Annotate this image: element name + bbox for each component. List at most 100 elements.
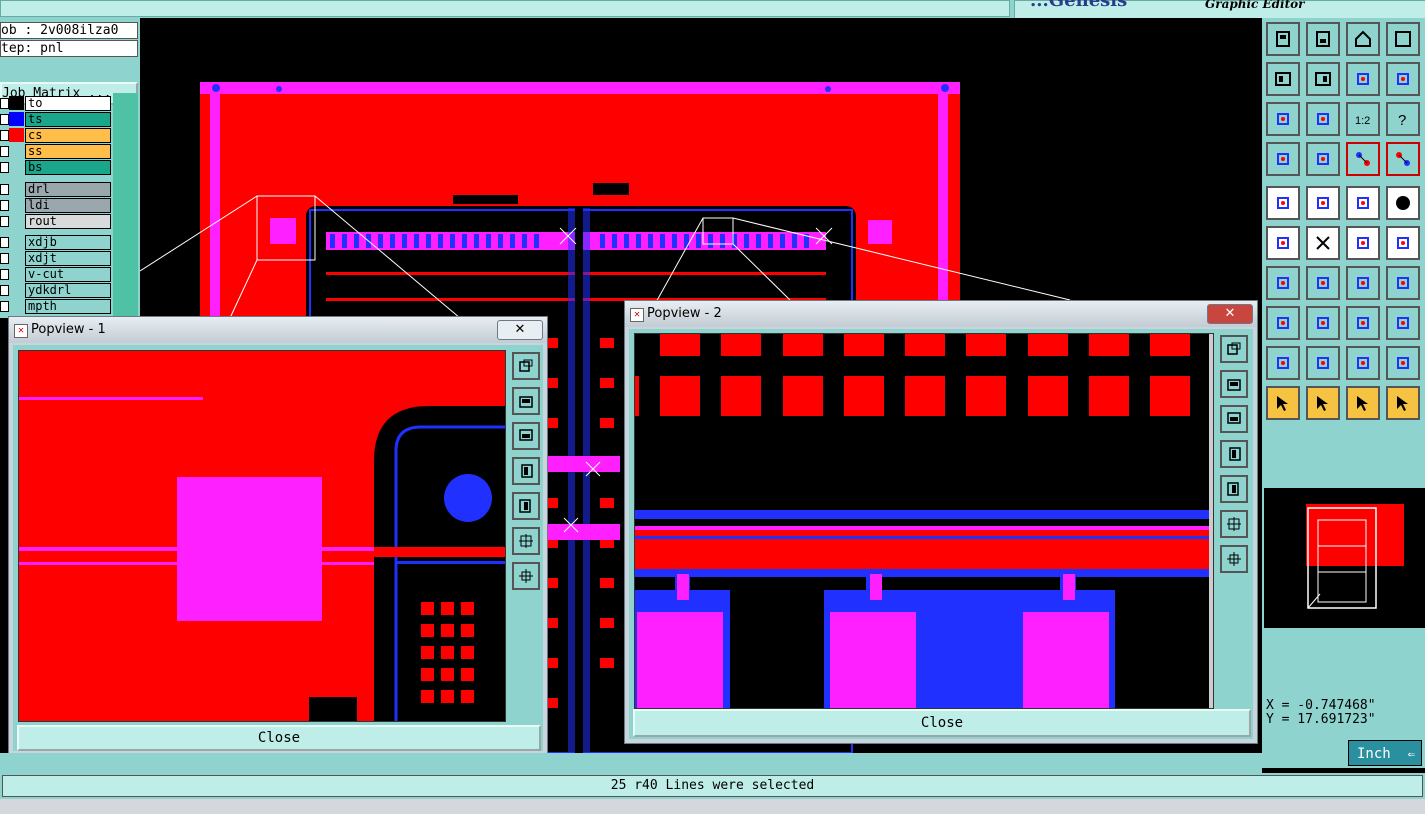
layer-checkbox[interactable] [0, 200, 9, 211]
layer-checkbox[interactable] [0, 216, 9, 227]
layer-name-label[interactable]: xdjb [25, 235, 111, 250]
layer-checkbox[interactable] [0, 146, 9, 157]
layer-checkbox[interactable] [0, 269, 9, 280]
layer-name-label[interactable]: drl [25, 182, 111, 197]
pv2-zoom-fit-icon[interactable] [1220, 510, 1248, 538]
layer-row-v-cut[interactable]: v-cut [0, 267, 111, 282]
snap-red-icon[interactable] [1346, 142, 1380, 176]
pad-select-icon[interactable] [1266, 306, 1300, 340]
home-icon[interactable] [1346, 22, 1380, 56]
layer-name-label[interactable]: xdjt [25, 251, 111, 266]
panel-left-icon[interactable] [1266, 62, 1300, 96]
layer-checkbox[interactable] [0, 285, 9, 296]
layer-color-swatch[interactable] [9, 128, 24, 142]
layer-row-ydkdrl[interactable]: ydkdrl [0, 283, 111, 298]
overview-map[interactable] [1264, 488, 1425, 628]
pv2-panel-bottom-icon[interactable] [1220, 405, 1248, 433]
layer-name-label[interactable]: to [25, 96, 111, 111]
panel-top-icon[interactable] [1266, 22, 1300, 56]
minus-icon[interactable] [1306, 306, 1340, 340]
measure-icon[interactable] [1386, 226, 1420, 260]
layer-color-swatch[interactable] [9, 283, 24, 297]
layer-color-swatch[interactable] [9, 198, 24, 212]
text-a-icon[interactable] [1346, 346, 1380, 380]
panel-bottom-icon[interactable] [1306, 22, 1340, 56]
layer-color-swatch[interactable] [9, 112, 24, 126]
triangle-icon[interactable] [1266, 346, 1300, 380]
draw-line-icon[interactable] [1306, 186, 1340, 220]
layer-name-label[interactable]: ts [25, 112, 111, 127]
help-icon[interactable]: ? [1386, 102, 1420, 136]
popview-2-canvas[interactable] [634, 333, 1214, 709]
layer-checkbox[interactable] [0, 253, 9, 264]
popview-2-close-button[interactable]: Close [633, 709, 1251, 737]
layer-row-ts[interactable]: ts [0, 112, 111, 127]
layer-name-label[interactable]: mpth [25, 299, 111, 314]
layer-name-label[interactable]: rout [25, 214, 111, 229]
layer-scrollbar[interactable] [113, 93, 138, 318]
layer-row-ss[interactable]: ss [0, 144, 111, 159]
panel-right-icon[interactable] [1306, 62, 1340, 96]
settings-icon[interactable] [1266, 142, 1300, 176]
line-icon[interactable] [1306, 266, 1340, 300]
pv2-panel-left-icon[interactable] [1220, 440, 1248, 468]
layer-color-swatch[interactable] [9, 235, 24, 249]
layer-row-bs[interactable]: bs [0, 160, 111, 175]
redraw-icon[interactable] [1386, 62, 1420, 96]
layer-row-drl[interactable]: drl [0, 182, 111, 197]
layer-name-label[interactable]: bs [25, 160, 111, 175]
layer-color-swatch[interactable] [9, 214, 24, 228]
pv1-panel-left-icon[interactable] [512, 457, 540, 485]
layer-checkbox[interactable] [0, 184, 9, 195]
pv2-panel-right-icon[interactable] [1220, 475, 1248, 503]
layer-name-label[interactable]: ldi [25, 198, 111, 213]
layer-row-xdjt[interactable]: xdjt [0, 251, 111, 266]
pv1-zoom-center-icon[interactable] [512, 562, 540, 590]
popview-2-titlebar[interactable]: ✕ Popview - 2 ✕ [625, 301, 1257, 327]
undo-view-icon[interactable] [1346, 62, 1380, 96]
popview-1-canvas[interactable] [18, 350, 506, 722]
layer-checkbox[interactable] [0, 237, 9, 248]
window-icon[interactable] [1386, 22, 1420, 56]
layer-color-swatch[interactable] [9, 160, 24, 174]
resize-icon[interactable] [1346, 306, 1380, 340]
layer-checkbox[interactable] [0, 114, 9, 125]
layer-name-label[interactable]: v-cut [25, 267, 111, 282]
layer-name-label[interactable]: ydkdrl [25, 283, 111, 298]
move-point-icon[interactable] [1346, 226, 1380, 260]
pv1-tile-icon[interactable] [512, 352, 540, 380]
layer-row-to[interactable]: to [0, 96, 111, 111]
text-b-icon[interactable] [1386, 346, 1420, 380]
layer-checkbox[interactable] [0, 162, 9, 173]
connect-icon[interactable] [1266, 226, 1300, 260]
layer-row-xdjb[interactable]: xdjb [0, 235, 111, 250]
flip-icon[interactable] [1386, 266, 1420, 300]
popview-1-close-x-button[interactable]: ✕ [497, 320, 543, 340]
pv2-zoom-center-icon[interactable] [1220, 545, 1248, 573]
pv1-panel-right-icon[interactable] [512, 492, 540, 520]
pv1-panel-bottom-icon[interactable] [512, 422, 540, 450]
pv1-zoom-fit-icon[interactable] [512, 527, 540, 555]
copy-icon[interactable] [1386, 306, 1420, 340]
popview-2-close-x-button[interactable]: ✕ [1207, 304, 1253, 324]
arc-icon[interactable] [1306, 346, 1340, 380]
popview-1-close-button[interactable]: Close [17, 725, 541, 751]
zoom-center-icon[interactable] [1306, 102, 1340, 136]
grid-icon[interactable] [1306, 142, 1340, 176]
popview-1-titlebar[interactable]: ✕ Popview - 1 ✕ [9, 317, 547, 343]
layer-color-swatch[interactable] [9, 299, 24, 313]
rotate-icon[interactable] [1346, 266, 1380, 300]
ruler-icon[interactable] [1346, 186, 1380, 220]
units-dropdown[interactable]: Inch ⇐ [1348, 740, 1422, 766]
pv2-tile-icon[interactable] [1220, 335, 1248, 363]
layer-color-swatch[interactable] [9, 182, 24, 196]
layer-row-ldi[interactable]: ldi [0, 198, 111, 213]
layer-row-mpth[interactable]: mpth [0, 299, 111, 314]
select-arrow-icon[interactable] [1266, 386, 1300, 420]
select-box-icon[interactable] [1306, 386, 1340, 420]
layer-color-swatch[interactable] [9, 96, 24, 110]
layer-name-label[interactable]: cs [25, 128, 111, 143]
angle-icon[interactable] [1266, 266, 1300, 300]
layer-row-cs[interactable]: cs [0, 128, 111, 143]
layer-name-label[interactable]: ss [25, 144, 111, 159]
